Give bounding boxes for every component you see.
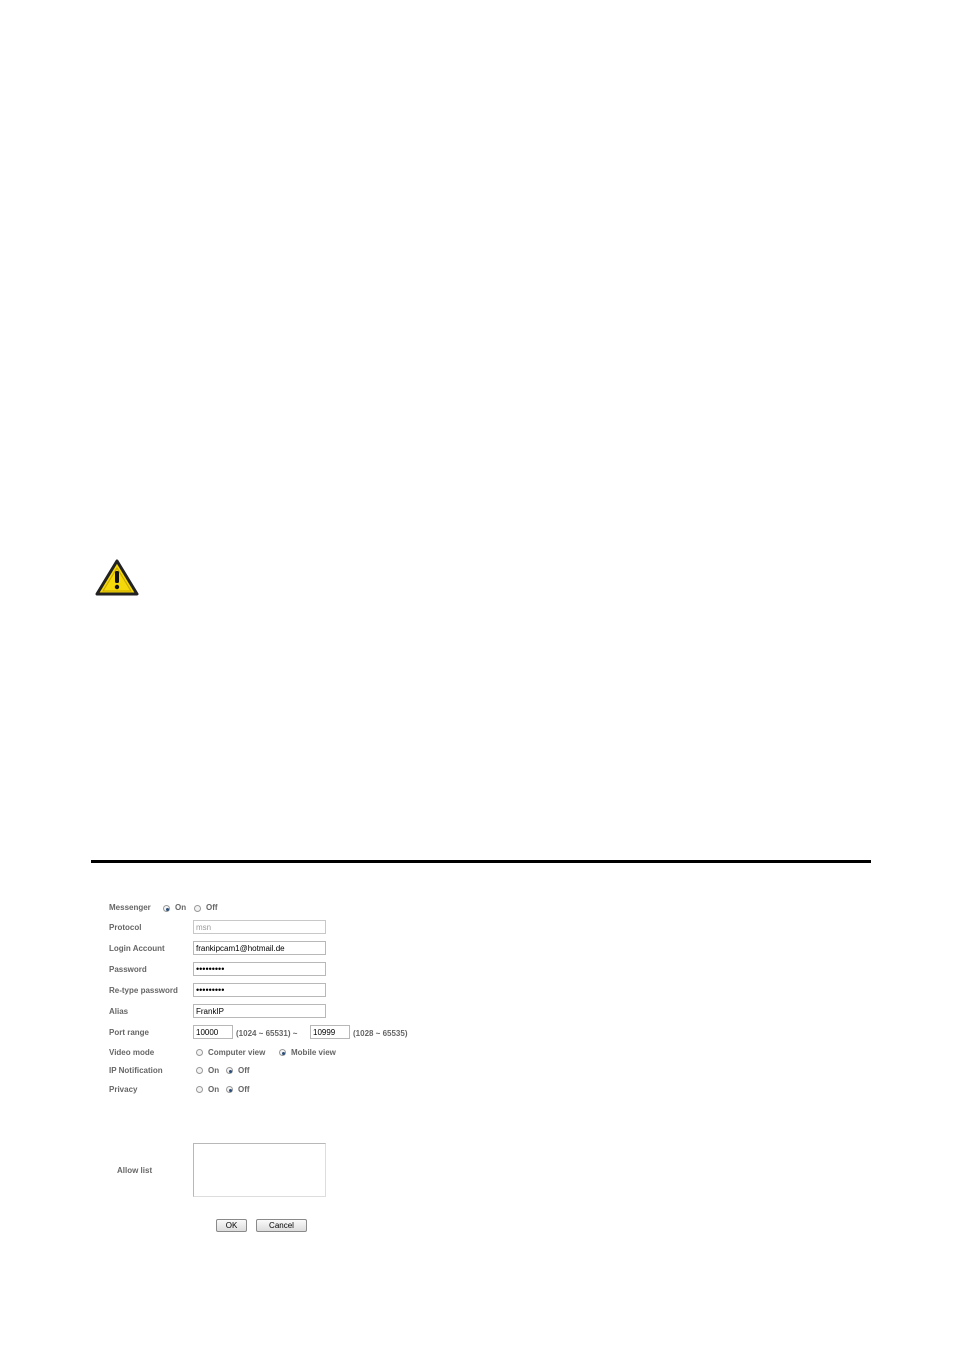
- video-mode-mobile-radio[interactable]: [279, 1049, 286, 1056]
- privacy-on-label: On: [208, 1085, 220, 1094]
- cancel-button[interactable]: Cancel: [256, 1219, 307, 1232]
- login-account-field[interactable]: frankipcam1@hotmail.de: [193, 941, 326, 955]
- retype-password-label: Re-type password: [109, 986, 178, 995]
- messenger-off-label: Off: [206, 903, 218, 912]
- port-range-start-field[interactable]: 10000: [193, 1025, 233, 1039]
- video-mode-label: Video mode: [109, 1048, 155, 1057]
- retype-password-field[interactable]: •••••••••: [193, 983, 326, 997]
- allow-list-textarea[interactable]: [193, 1143, 326, 1197]
- video-mode-computer-radio[interactable]: [196, 1049, 203, 1056]
- messenger-on-label: On: [175, 903, 187, 912]
- ok-button[interactable]: OK: [216, 1219, 247, 1232]
- password-field[interactable]: •••••••••: [193, 962, 326, 976]
- password-label: Password: [109, 965, 147, 974]
- protocol-field: msn: [193, 920, 326, 934]
- ip-notification-off-label: Off: [238, 1066, 250, 1075]
- privacy-off-radio[interactable]: [226, 1086, 233, 1093]
- allow-list-label: Allow list: [117, 1166, 153, 1175]
- ip-notification-on-label: On: [208, 1066, 220, 1075]
- privacy-off-label: Off: [238, 1085, 250, 1094]
- messenger-settings-form: Messenger On Off Protocol msn Login Acco…: [0, 0, 954, 1350]
- privacy-on-radio[interactable]: [196, 1086, 203, 1093]
- port-range-label: Port range: [109, 1028, 150, 1037]
- alias-label: Alias: [109, 1007, 129, 1016]
- port-range-end-field[interactable]: 10999: [310, 1025, 350, 1039]
- video-mode-computer-label: Computer view: [208, 1048, 266, 1057]
- alias-field[interactable]: FrankIP: [193, 1004, 326, 1018]
- messenger-off-radio[interactable]: [194, 905, 201, 912]
- video-mode-mobile-label: Mobile view: [291, 1048, 336, 1057]
- protocol-label: Protocol: [109, 923, 142, 932]
- ip-notification-on-radio[interactable]: [196, 1067, 203, 1074]
- login-account-label: Login Account: [109, 944, 165, 953]
- ip-notification-off-radio[interactable]: [226, 1067, 233, 1074]
- ip-notification-label: IP Notification: [109, 1066, 163, 1075]
- port-range-start-hint: (1024 ~ 65531) ~: [236, 1029, 298, 1038]
- port-range-end-hint: (1028 ~ 65535): [353, 1029, 408, 1038]
- privacy-label: Privacy: [109, 1085, 138, 1094]
- messenger-label: Messenger: [109, 903, 151, 912]
- messenger-on-radio[interactable]: [163, 905, 170, 912]
